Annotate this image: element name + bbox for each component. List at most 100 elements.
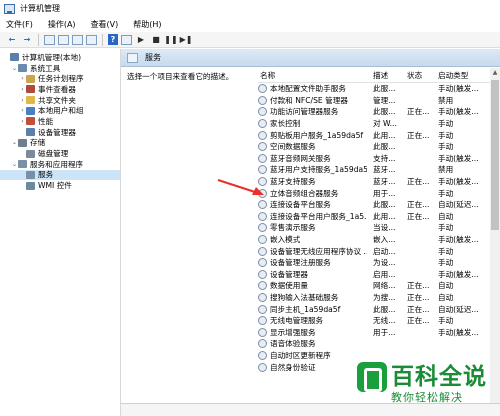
expand-icon[interactable]: › (19, 107, 26, 114)
service-description-cell: 用于... (373, 327, 396, 337)
table-row[interactable]: 搜狗输入法基础服务 为搜... 正在... 自动 (258, 292, 500, 304)
column-description[interactable]: 描述 (367, 70, 402, 81)
tree-item-label: WMI 控件 (38, 181, 72, 191)
service-gear-icon (258, 153, 267, 163)
tree-item[interactable]: › 任务计划程序 (0, 73, 120, 84)
table-row[interactable]: 语音体验服务 (258, 338, 500, 350)
service-description-cell: 此服... (373, 84, 396, 94)
service-description-cell: 启用... (373, 269, 396, 279)
table-row[interactable]: 连接设备平台用户服务_1a5... 此用... 正在... 自动 (258, 211, 500, 223)
service-description-cell: 嵌入... (373, 235, 396, 245)
service-name-text: 自然身份验证 (270, 362, 316, 372)
expand-icon[interactable]: ⌄ (11, 65, 18, 72)
table-row[interactable]: 嵌入模式 嵌入... 手动(触发... (258, 234, 500, 246)
table-row[interactable]: 付款和 NFC/SE 管理器 管理... 禁用 (258, 95, 500, 107)
column-status[interactable]: 状态 (402, 70, 432, 81)
service-name-text: 搜狗输入法基础服务 (270, 292, 339, 302)
service-gear-icon (258, 107, 267, 117)
table-row[interactable]: 蓝牙支持服务 蓝牙... 正在... 手动(触发... (258, 176, 500, 188)
table-row[interactable]: 数据使用量 网络... 正在... 自动 (258, 280, 500, 292)
restart-service-icon[interactable]: ▶❚ (180, 34, 193, 46)
service-description-cell: 此服... (373, 142, 396, 152)
service-name-text: 零售演示服务 (270, 223, 316, 233)
service-description-cell: 支持... (373, 153, 396, 163)
table-row[interactable]: 空间数据服务 此服... 手动 (258, 141, 500, 153)
service-gear-icon (258, 339, 267, 349)
tree-item[interactable]: › 本地用户和组 (0, 105, 120, 116)
table-row[interactable]: 蓝牙音频网关服务 支持... 手动(触发... (258, 153, 500, 165)
service-name: 无线电管理服务 (258, 315, 367, 326)
scroll-up-icon[interactable]: ▲ (490, 68, 500, 78)
column-name[interactable]: 名称 (258, 70, 367, 81)
title-bar: 计算机管理 (0, 0, 500, 17)
tree-node-icon (18, 160, 27, 169)
expand-icon[interactable]: ⌄ (11, 139, 18, 146)
pause-service-icon[interactable]: ❚❚ (164, 34, 177, 46)
service-name-text: 连接设备平台用户服务_1a5... (270, 211, 367, 221)
watermark-logo: 百科全说 教你轻松解决 (357, 350, 500, 416)
tree-item[interactable]: 设备管理器 (0, 127, 120, 138)
table-row[interactable]: 同步主机_1a59da5f 此服... 正在... 自动(延迟... (258, 303, 500, 315)
properties-icon[interactable] (72, 34, 83, 45)
table-row[interactable]: 无线电管理服务 无线... 正在... 手动 (258, 315, 500, 327)
tree-item[interactable]: 计算机管理(本地) (0, 52, 120, 63)
table-row[interactable]: 功能访问管理器服务 此服... 正在... 手动(触发... (258, 106, 500, 118)
window-title: 计算机管理 (20, 4, 60, 13)
table-row[interactable]: 设备管理器 启用... 手动(触发... (258, 269, 500, 281)
service-gear-icon (258, 316, 267, 326)
table-row[interactable]: 零售演示服务 当设... 手动 (258, 222, 500, 234)
menu-view[interactable]: 查看(V) (91, 19, 119, 30)
tree-item[interactable]: 服务 (0, 169, 120, 181)
tree-item-label: 事件查看器 (38, 84, 76, 94)
stop-service-icon[interactable]: ■ (150, 34, 162, 46)
expand-icon[interactable]: › (19, 75, 26, 82)
scroll-thumb[interactable] (491, 80, 499, 230)
tree-item[interactable]: ⌄ 服务和应用程序 (0, 159, 120, 170)
service-gear-icon (258, 188, 267, 198)
up-folder-icon[interactable] (44, 34, 55, 45)
table-row[interactable]: 本地配置文件助手服务 此服... 手动(触发... (258, 83, 500, 95)
service-name: 自动时区更新程序 (258, 350, 367, 361)
tree-item[interactable]: ⌄ 存储 (0, 138, 120, 149)
forward-icon[interactable]: → (21, 34, 33, 46)
table-row[interactable]: 连接设备平台服务 此服... 正在... 自动(延迟... (258, 199, 500, 211)
service-name-text: 设备管理器 (270, 269, 308, 279)
service-gear-icon (258, 304, 267, 314)
service-name: 蓝牙支持服务 (258, 176, 367, 187)
table-row[interactable]: 家长控制对 W... 手动 (258, 118, 500, 130)
tree-item[interactable]: › 共享文件夹 (0, 95, 120, 106)
menu-file[interactable]: 文件(F) (6, 19, 33, 30)
back-icon[interactable]: ← (6, 34, 18, 46)
export-list-icon[interactable] (86, 34, 97, 45)
expand-icon[interactable]: › (19, 118, 26, 125)
menu-action[interactable]: 操作(A) (48, 19, 76, 30)
table-row[interactable]: 设备管理无线应用程序协议 ... 启动... 手动 (258, 245, 500, 257)
table-row[interactable]: 设备管理注册服务 为设... 手动 (258, 257, 500, 269)
table-row[interactable]: 剪贴板用户服务_1a59da5f 此用... 正在... 手动 (258, 129, 500, 141)
table-row[interactable]: 立体音频组合器服务 用于... 手动 (258, 187, 500, 199)
tree-item[interactable]: › 事件查看器 (0, 84, 120, 95)
tree-node-icon (26, 170, 35, 179)
table-row[interactable]: 显示增强服务 用于... 手动(触发... (258, 326, 500, 338)
service-name-text: 家长控制 (270, 119, 301, 129)
show-hide-tree-icon[interactable] (58, 34, 69, 45)
table-row[interactable]: 蓝牙用户支持服务_1a59da5f 蓝牙... 禁用 (258, 164, 500, 176)
tree-item[interactable]: › 性能 (0, 116, 120, 127)
help-icon[interactable]: ? (108, 34, 118, 45)
tree-item[interactable]: WMI 控件 (0, 180, 120, 191)
tree-item-label: 性能 (38, 116, 54, 126)
tree-item-label: 本地用户和组 (38, 106, 84, 116)
expand-icon[interactable]: › (19, 97, 26, 104)
service-name-text: 自动时区更新程序 (270, 350, 331, 360)
service-description-cell: 此用... (373, 211, 396, 221)
menu-help[interactable]: 帮助(H) (133, 19, 161, 30)
tree-node-icon (26, 117, 35, 126)
start-service-icon[interactable]: ▶ (135, 34, 147, 46)
service-status: 正在... (407, 177, 430, 187)
tree-item[interactable]: ⌄ 系统工具 (0, 63, 120, 74)
expand-icon[interactable]: › (19, 86, 26, 93)
tree-node-icon (26, 181, 35, 190)
expand-icon[interactable]: ⌄ (11, 161, 18, 168)
tree-item[interactable]: 磁盘管理 (0, 148, 120, 159)
console-icon[interactable] (121, 34, 132, 45)
